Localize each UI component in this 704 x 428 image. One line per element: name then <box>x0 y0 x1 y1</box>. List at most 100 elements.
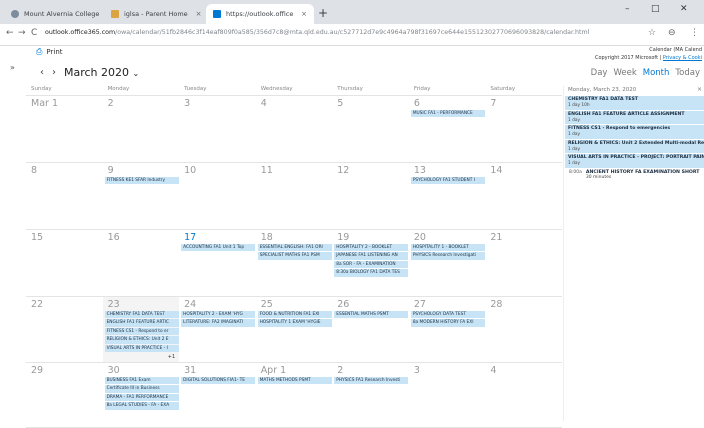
calendar-event[interactable]: HOSPITALITY 1 - BOOKLET <box>410 244 485 252</box>
close-window-button[interactable]: ✕ <box>680 4 688 14</box>
day-cell[interactable]: 3 <box>179 96 256 162</box>
day-cell[interactable]: Mar 1 <box>26 96 103 162</box>
calendar-event[interactable]: RELIGION & ETHICS: Unit 2 E <box>104 336 179 344</box>
view-month-button[interactable]: Month <box>643 68 670 78</box>
previous-month-chevron-icon[interactable]: ‹ <box>40 67 44 78</box>
calendar-event[interactable]: BUSINESS FA1 Exam <box>104 377 179 385</box>
browser-tab-outlook[interactable]: https://outlook.office365.com/cale × <box>206 4 314 24</box>
account-icon[interactable]: ⊖ <box>668 28 676 38</box>
view-week-button[interactable]: Week <box>613 68 636 78</box>
calendar-event[interactable]: PHYSICS FA1 Research Investi <box>334 377 409 385</box>
month-title-button[interactable]: March 2020 ⌄ <box>64 66 139 79</box>
calendar-event[interactable]: FITNESS KE1 SFAR Industry <box>104 177 179 185</box>
day-cell[interactable]: 20 HOSPITALITY 1 - BOOKLET PHYSICS Researc… <box>409 230 486 296</box>
day-cell[interactable]: 19 HOSPITALITY 2 - BOOKLET JAPANESE FA1 LI… <box>332 230 409 296</box>
day-cell[interactable]: 14 <box>485 163 562 229</box>
close-icon[interactable]: × <box>697 86 702 93</box>
day-cell[interactable]: 15 <box>26 230 103 296</box>
expand-sidebar-icon[interactable]: » <box>10 63 15 72</box>
day-cell[interactable]: 9 FITNESS KE1 SFAR Industry <box>103 163 180 229</box>
calendar-event[interactable]: ACCOUNTING FA1 Unit 1 Top <box>181 244 256 252</box>
day-cell[interactable]: 3 <box>409 363 486 427</box>
calendar-event[interactable]: LITERATURE: FA2 IMAGINATI <box>181 319 256 327</box>
calendar-event[interactable]: PSYCHOLOGY FA1 STUDENT I <box>410 177 485 185</box>
maximize-button[interactable]: □ <box>651 4 660 14</box>
day-cell[interactable]: 13 PSYCHOLOGY FA1 STUDENT I <box>409 163 486 229</box>
view-day-button[interactable]: Day <box>591 68 608 78</box>
day-cell[interactable]: 4 <box>485 363 562 427</box>
day-cell[interactable]: 24 HOSPITALITY 2 - EXAM 'HYG LITERATURE: F… <box>179 297 256 362</box>
day-cell[interactable]: 8 <box>26 163 103 229</box>
calendar-event[interactable]: ESSENTIAL ENGLISH: FA1 ORI <box>257 244 332 252</box>
next-month-chevron-icon[interactable]: › <box>52 67 56 78</box>
day-cell[interactable]: 18 ESSENTIAL ENGLISH: FA1 ORI SPECIALIST M… <box>256 230 333 296</box>
day-cell[interactable]: 23 CHEMISTRY FA1 DATA TEST ENGLISH FA1 FEA… <box>102 297 180 362</box>
agenda-event[interactable]: FITNESS CS1 - Respond to emergencies 1 da… <box>565 125 704 139</box>
reload-icon[interactable]: C <box>31 28 37 38</box>
calendar-event[interactable]: 8:30a BIOLOGY FA1 DATA TES <box>334 269 409 277</box>
day-cell[interactable]: 2 PHYSICS FA1 Research Investi <box>332 363 409 427</box>
day-cell[interactable]: 10 <box>179 163 256 229</box>
calendar-event[interactable]: PHYSICS Research Investigati <box>410 252 485 260</box>
day-cell[interactable]: 21 <box>485 230 562 296</box>
calendar-event[interactable]: ENGLISH FA1 FEATURE ARTIC <box>104 319 179 327</box>
day-cell[interactable]: 25 FOOD & NUTRITION FA1 EXI HOSPITALITY 1 … <box>256 297 333 362</box>
calendar-event[interactable]: DRAMA - FA1 PERFORMANCE <box>104 393 179 402</box>
calendar-event[interactable]: VISUAL ARTS IN PRACTICE - I <box>104 344 179 352</box>
calendar-event[interactable]: PSYCHOLOGY DATA TEST <box>410 311 485 319</box>
day-cell[interactable]: 29 <box>26 363 103 427</box>
agenda-timed-event[interactable]: 8:00a ANCIENT HISTORY FA EXAMINATION SHOR… <box>566 169 704 181</box>
day-cell[interactable]: 17 ACCOUNTING FA1 Unit 1 Top <box>179 230 256 296</box>
calendar-event[interactable]: FOOD & NUTRITION FA1 EXI <box>257 311 332 319</box>
calendar-event[interactable]: Certificate III in Business <box>104 385 179 393</box>
privacy-link[interactable]: Privacy & Cooki <box>663 55 702 61</box>
day-cell[interactable]: 4 <box>256 96 333 162</box>
calendar-event[interactable]: 8a MODERN HISTORY FA EXI <box>410 319 485 327</box>
day-cell[interactable]: 6 MUSIC FA1 - PERFORMANCE <box>409 96 486 162</box>
calendar-event[interactable]: CHEMISTRY FA1 DATA TEST <box>104 311 179 319</box>
day-cell[interactable]: 31 DIGITAL SOLUTIONS FIA1- TE <box>179 363 256 427</box>
close-icon[interactable]: × <box>293 10 307 18</box>
calendar-event[interactable]: ESSENTIAL MATHS PSMT <box>334 311 409 319</box>
calendar-event[interactable]: HOSPITALITY 2 - EXAM 'HYG <box>181 311 256 319</box>
day-cell[interactable]: 5 <box>332 96 409 162</box>
day-cell[interactable]: 2 <box>103 96 180 162</box>
bookmark-star-icon[interactable]: ☆ <box>648 28 656 38</box>
view-today-button[interactable]: Today <box>675 68 700 78</box>
new-tab-button[interactable]: + <box>318 6 328 20</box>
calendar-event[interactable]: 8a LEGAL STUDIES - FA - EXA <box>104 402 179 410</box>
day-cell[interactable]: 28 <box>485 297 562 362</box>
calendar-event[interactable]: HOSPITALITY 1 EXAM 'HYGIE <box>257 319 332 327</box>
day-cell[interactable]: 11 <box>256 163 333 229</box>
calendar-event[interactable]: HOSPITALITY 2 - BOOKLET <box>334 244 409 252</box>
calendar-event[interactable]: MATHS METHODS PSMT <box>257 377 332 385</box>
day-cell[interactable]: 27 PSYCHOLOGY DATA TEST 8a MODERN HISTORY … <box>409 297 486 362</box>
print-button[interactable]: ⎙ Print <box>36 47 63 57</box>
calendar-event[interactable]: 8a SOR - FA - EXAMINATION <box>334 260 409 269</box>
agenda-event[interactable]: RELIGION & ETHICS: Unit 2 Extended Multi… <box>565 139 704 153</box>
forward-icon[interactable]: → <box>18 28 26 38</box>
close-icon[interactable]: × <box>188 10 202 18</box>
browser-tab-mount-alvernia[interactable]: Mount Alvernia College × <box>4 4 104 24</box>
calendar-event[interactable]: JAPANESE FA1 LISTENING AN <box>334 252 409 260</box>
day-cell[interactable]: 12 <box>332 163 409 229</box>
browser-tab-parent-home[interactable]: iglsa - Parent Home × <box>104 4 204 24</box>
calendar-event[interactable]: DIGITAL SOLUTIONS FIA1- TE <box>181 377 256 385</box>
more-events-link[interactable]: +1 <box>168 354 175 360</box>
day-cell[interactable]: 30 BUSINESS FA1 Exam Certificate III in Bu… <box>103 363 180 427</box>
day-cell[interactable]: 7 <box>485 96 562 162</box>
address-bar[interactable]: outlook.office365.com/owa/calendar/51fb2… <box>45 29 589 36</box>
calendar-event[interactable]: MUSIC FA1 - PERFORMANCE <box>410 110 485 118</box>
day-cell[interactable]: 22 <box>26 297 103 362</box>
back-icon[interactable]: ← <box>6 28 14 38</box>
browser-menu-icon[interactable]: ⋮ <box>690 28 699 38</box>
day-cell[interactable]: Apr 1 MATHS METHODS PSMT <box>256 363 333 427</box>
agenda-event[interactable]: ENGLISH FA1 FEATURE ARTICLE ASSIGNMENT 1 … <box>565 110 704 124</box>
minimize-button[interactable]: – <box>625 4 630 14</box>
calendar-event[interactable]: SPECIALIST MATHS FA1 PSM <box>257 252 332 260</box>
day-cell[interactable]: 26 ESSENTIAL MATHS PSMT <box>332 297 409 362</box>
calendar-event[interactable]: FITNESS CS1 - Respond to er <box>104 327 179 336</box>
day-cell[interactable]: 16 <box>103 230 180 296</box>
agenda-event[interactable]: VISUAL ARTS IN PRACTICE - PROJECT: PORTR… <box>565 154 704 168</box>
agenda-event[interactable]: CHEMISTRY FA1 DATA TEST 1 day 10h <box>565 96 704 110</box>
